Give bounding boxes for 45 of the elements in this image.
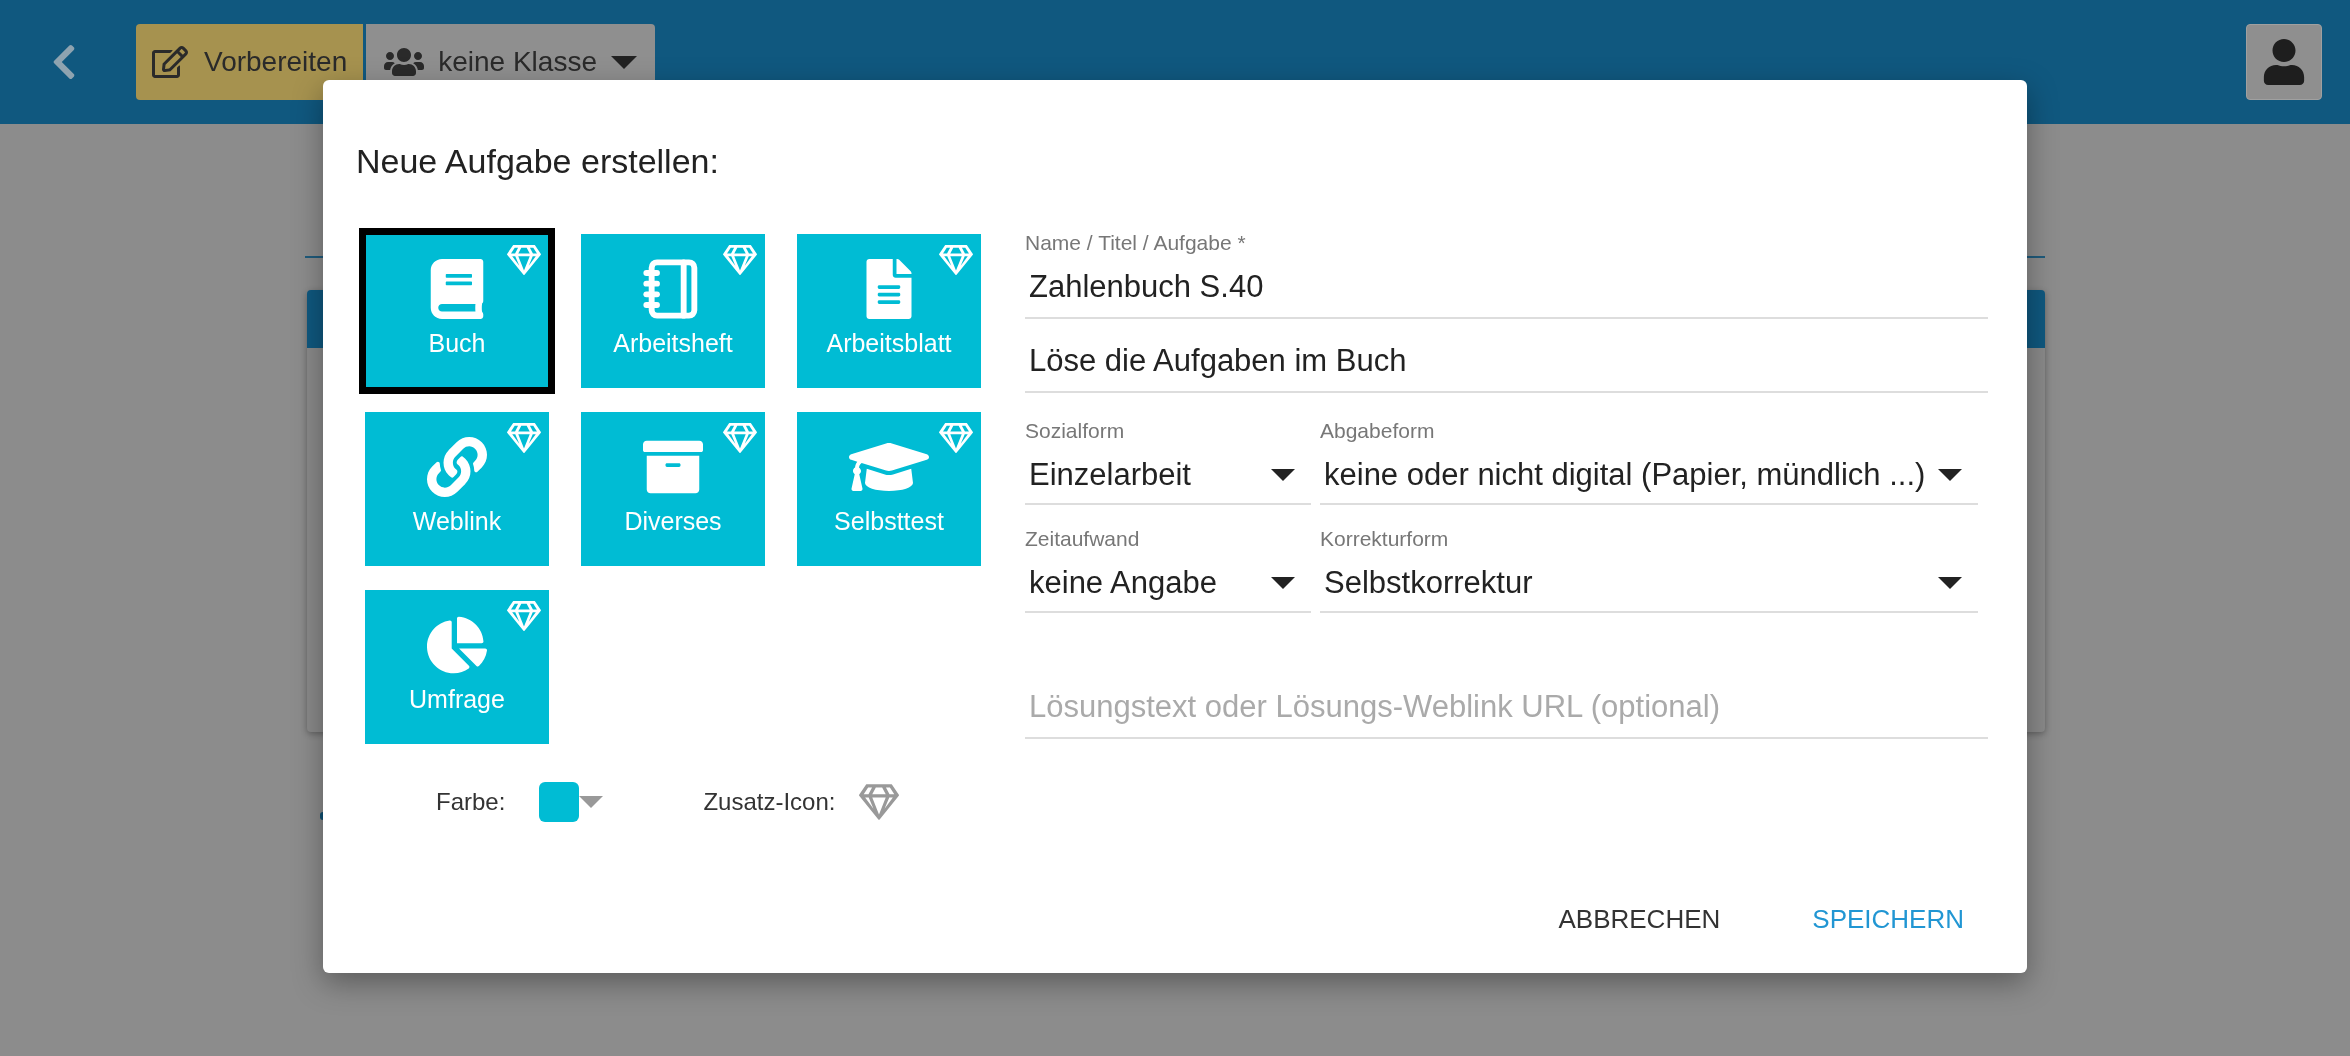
field-label: Zeitaufwand: [1025, 527, 1141, 551]
caret-icon: [1271, 469, 1295, 481]
field-label: Abgabeform: [1320, 419, 1436, 443]
field-value: Zahlenbuch S.40: [1028, 268, 1265, 306]
diamond-icon: [723, 243, 757, 277]
diamond-icon: [507, 243, 541, 277]
diamond-icon: [939, 243, 973, 277]
select-field[interactable]: keine Angabe: [1025, 551, 1311, 613]
caret-icon: [611, 55, 637, 69]
caret-icon: [579, 796, 604, 808]
mode-button[interactable]: Vorbereiten: [136, 24, 364, 100]
color-label: Farbe:: [436, 788, 506, 816]
extra-icon-picker[interactable]: [859, 782, 900, 822]
select-field[interactable]: Einzelarbeit: [1025, 443, 1311, 505]
extra-icon-label: Zusatz-Icon:: [703, 788, 836, 816]
caret-icon: [1938, 469, 1962, 481]
diamond-icon: [507, 599, 541, 633]
task-type-tile[interactable]: Arbeitsblatt: [797, 234, 981, 388]
task-type-tile[interactable]: Umfrage: [365, 590, 549, 744]
task-type-tile[interactable]: Diverses: [581, 412, 765, 566]
cancel-button[interactable]: ABBRECHEN: [1542, 894, 1737, 945]
name-field[interactable]: Name / Titel / Aufgabe * Zahlenbuch S.40: [1025, 231, 1988, 319]
pie-chart-icon: [427, 615, 487, 675]
dialog-title: Neue Aufgabe erstellen:: [356, 142, 720, 181]
diamond-icon: [723, 421, 757, 455]
link-icon: [427, 437, 487, 497]
select-field[interactable]: keine oder nicht digital (Papier, mündlich ...): [1320, 443, 1978, 505]
task-type-tile[interactable]: Weblink: [365, 412, 549, 566]
caret-icon: [1271, 577, 1295, 589]
task-type-tile[interactable]: Arbeitsheft: [581, 234, 765, 388]
field-label: Sozialform: [1025, 419, 1126, 443]
select-field[interactable]: Selbstkorrektur: [1320, 551, 1978, 613]
save-button[interactable]: SPEICHERN: [1796, 894, 1980, 945]
edit-icon: [152, 44, 188, 80]
field-label: Korrekturform: [1320, 527, 1450, 551]
caret-icon: [1938, 577, 1962, 589]
user-icon: [2261, 39, 2307, 85]
field-label: Name / Titel / Aufgabe *: [1025, 231, 1247, 255]
diamond-icon: [939, 421, 973, 455]
diamond-icon: [507, 421, 541, 455]
solution-field[interactable]: Lösungstext oder Lösungs-Weblink URL (optional): [1025, 675, 1988, 739]
diamond-icon: [859, 782, 900, 822]
description-field[interactable]: Löse die Aufgaben im Buch: [1025, 329, 1988, 393]
task-type-tile[interactable]: Selbsttest: [797, 412, 981, 566]
user-button[interactable]: [2246, 24, 2322, 100]
